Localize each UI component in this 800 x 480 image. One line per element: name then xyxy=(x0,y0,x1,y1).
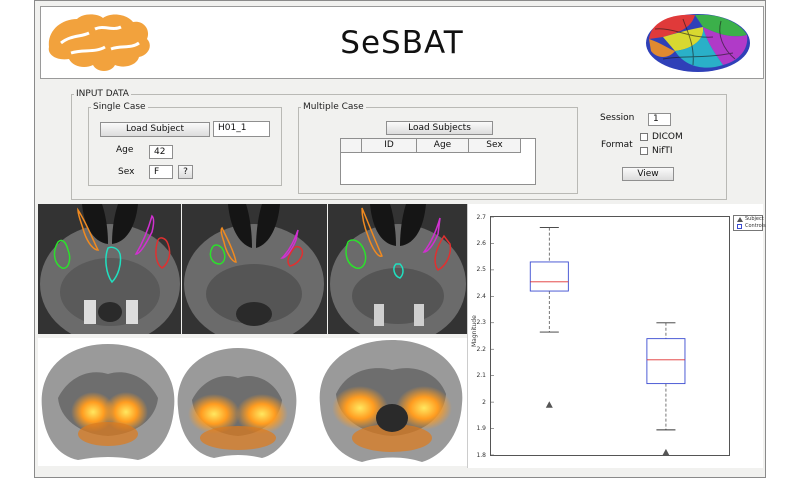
mri-slice-2[interactable] xyxy=(182,204,327,334)
box-2-outlier-marker xyxy=(662,448,670,456)
mri-slice-3-image xyxy=(328,204,467,334)
mri-slice-1[interactable] xyxy=(38,204,181,334)
y-axis-label: Magnitude xyxy=(471,315,478,347)
sex-label: Sex xyxy=(118,167,135,177)
boxplot-plot-area xyxy=(491,216,686,456)
mri-slice-2-image xyxy=(182,204,327,334)
y-tick-label: 2.4 xyxy=(476,292,486,300)
y-tick-label: 2.7 xyxy=(476,213,486,221)
heatmap-slices-image xyxy=(41,340,463,462)
age-label: Age xyxy=(116,145,134,155)
y-tick-label: 1.9 xyxy=(476,425,486,433)
single-case-legend: Single Case xyxy=(91,102,148,112)
y-tick-label: 2.5 xyxy=(476,266,486,274)
plot-legend: Subject Controls xyxy=(733,215,766,231)
view-button[interactable]: View xyxy=(622,167,674,181)
y-tick-label: 2 xyxy=(482,398,486,406)
boxplot-axes xyxy=(490,216,730,456)
legend-subject-label: Subject xyxy=(745,216,764,222)
y-tick-label: 2.1 xyxy=(476,372,486,380)
box-2-iqr-box xyxy=(646,338,686,385)
nifti-checkbox[interactable] xyxy=(640,147,648,155)
legend-controls-label: Controls xyxy=(745,223,766,229)
input-data-legend: INPUT DATA xyxy=(74,89,131,99)
dicom-option-label: DICOM xyxy=(652,132,683,142)
mri-slice-3[interactable] xyxy=(328,204,467,334)
y-tick-label: 1.8 xyxy=(476,451,486,459)
brain-3d-logo-icon xyxy=(646,14,750,72)
sex-field[interactable]: F xyxy=(149,165,173,179)
subject-legend-marker-icon xyxy=(737,217,743,222)
y-axis-ticks: 2.7 2.6 2.5 2.4 2.3 2.2 2.1 2 1.9 1.8 xyxy=(470,0,488,480)
subjects-table[interactable]: ID Age Sex xyxy=(340,138,536,185)
nifti-option-label: NifTI xyxy=(652,146,673,156)
mri-slice-1-image xyxy=(38,204,181,334)
heatmap-slices xyxy=(38,338,467,466)
session-label: Session xyxy=(600,113,635,123)
dicom-checkbox[interactable] xyxy=(640,133,648,141)
sex-help-button[interactable]: ? xyxy=(178,165,193,179)
subject-id-field[interactable]: H01_1 xyxy=(213,121,270,137)
controls-legend-marker-icon xyxy=(737,224,742,229)
session-field[interactable]: 1 xyxy=(648,113,671,126)
table-corner-cell xyxy=(341,139,362,153)
column-header-age[interactable]: Age xyxy=(417,139,469,153)
box-1-iqr-box xyxy=(529,261,569,292)
header-banner: SeSBAT xyxy=(40,6,764,79)
y-tick-label: 2.6 xyxy=(476,239,486,247)
multiple-case-legend: Multiple Case xyxy=(301,102,366,112)
column-header-id[interactable]: ID xyxy=(362,139,417,153)
load-subject-button[interactable]: Load Subject xyxy=(100,122,210,137)
format-label: Format xyxy=(601,140,633,150)
box-1-outlier-marker xyxy=(545,401,553,408)
age-field[interactable]: 42 xyxy=(149,145,173,159)
